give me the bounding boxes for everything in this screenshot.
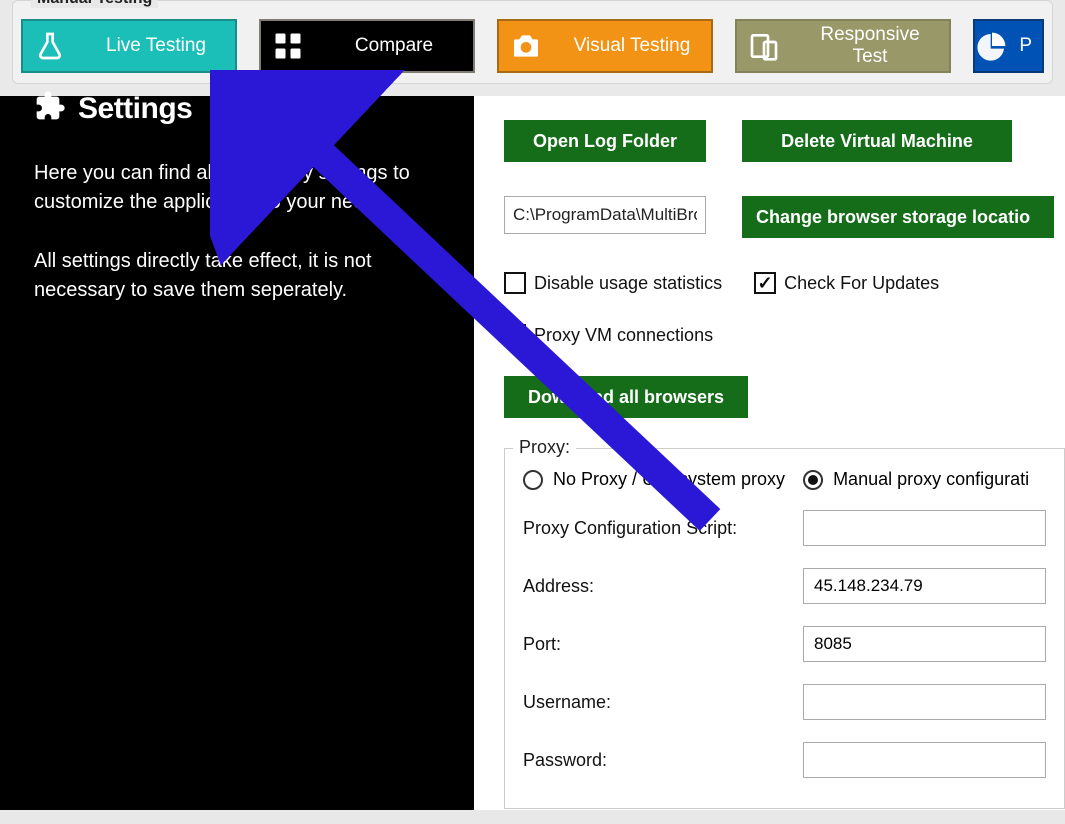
open-log-folder-button[interactable]: Open Log Folder <box>504 120 706 162</box>
proxy-vm-label: Proxy VM connections <box>534 325 713 346</box>
proxy-username-label: Username: <box>523 692 803 713</box>
puzzle-icon <box>34 90 66 127</box>
compare-button[interactable]: Compare <box>259 19 475 73</box>
responsive-test-button[interactable]: Responsive Test <box>735 19 951 73</box>
sidebar-description-1: Here you can find all necessary settings… <box>34 159 440 217</box>
toolbar-region: Manual Testing Live Testing Compare <box>0 0 1065 96</box>
devices-icon <box>737 21 791 71</box>
toolbar-group-label: Manual Testing <box>31 0 158 8</box>
compare-label: Compare <box>315 35 473 57</box>
check-updates-label: Check For Updates <box>784 273 939 294</box>
responsive-test-label: Responsive Test <box>791 24 949 68</box>
storage-path-input[interactable] <box>504 196 706 234</box>
change-storage-button[interactable]: Change browser storage locatio <box>742 196 1054 238</box>
delete-vm-button[interactable]: Delete Virtual Machine <box>742 120 1012 162</box>
proxy-password-input[interactable] <box>803 742 1046 778</box>
checkbox-unchecked-icon <box>504 324 526 346</box>
visual-testing-button[interactable]: Visual Testing <box>497 19 713 73</box>
proxy-username-input[interactable] <box>803 684 1046 720</box>
checkbox-unchecked-icon <box>504 272 526 294</box>
download-all-browsers-button[interactable]: Download all browsers <box>504 376 748 418</box>
proxy-script-label: Proxy Configuration Script: <box>523 518 803 539</box>
toolbar-items: Live Testing Compare V <box>21 19 1044 73</box>
live-testing-button[interactable]: Live Testing <box>21 19 237 73</box>
radio-checked-icon <box>803 470 823 490</box>
grid-icon <box>261 21 315 71</box>
sidebar: Settings Here you can find all necessary… <box>0 96 474 810</box>
sidebar-description-2: All settings directly take effect, it is… <box>34 247 440 305</box>
proxy-password-label: Password: <box>523 750 803 771</box>
disable-stats-label: Disable usage statistics <box>534 273 722 294</box>
visual-testing-label: Visual Testing <box>553 35 711 57</box>
proxy-address-input[interactable] <box>803 568 1046 604</box>
proxy-legend: Proxy: <box>513 437 576 458</box>
radio-unchecked-icon <box>523 470 543 490</box>
truncated-button[interactable]: P <box>973 19 1044 73</box>
checkbox-checked-icon: ✓ <box>754 272 776 294</box>
proxy-port-input[interactable] <box>803 626 1046 662</box>
live-testing-label: Live Testing <box>77 35 235 57</box>
proxy-group: Proxy: No Proxy / Use system proxy Manua… <box>504 448 1065 809</box>
no-proxy-radio[interactable]: No Proxy / Use system proxy <box>523 469 785 490</box>
sidebar-title: Settings <box>78 92 192 126</box>
settings-panel: Open Log Folder Delete Virtual Machine C… <box>474 96 1065 810</box>
proxy-port-label: Port: <box>523 634 803 655</box>
flask-icon <box>23 21 77 71</box>
disable-stats-checkbox[interactable]: Disable usage statistics <box>504 272 722 294</box>
content-area: Settings Here you can find all necessary… <box>0 96 1065 810</box>
camera-icon <box>499 21 553 71</box>
proxy-script-input[interactable] <box>803 510 1046 546</box>
truncated-button-label: P <box>1009 35 1042 57</box>
proxy-address-label: Address: <box>523 576 803 597</box>
manual-proxy-label: Manual proxy configurati <box>833 469 1029 490</box>
no-proxy-label: No Proxy / Use system proxy <box>553 469 785 490</box>
manual-proxy-radio[interactable]: Manual proxy configurati <box>803 469 1029 490</box>
pie-chart-icon <box>975 21 1009 71</box>
proxy-vm-checkbox[interactable]: Proxy VM connections <box>504 324 713 346</box>
check-updates-checkbox[interactable]: ✓ Check For Updates <box>754 272 939 294</box>
sidebar-heading: Settings <box>34 96 440 133</box>
toolbar-group-manual-testing: Manual Testing Live Testing Compare <box>12 0 1053 84</box>
